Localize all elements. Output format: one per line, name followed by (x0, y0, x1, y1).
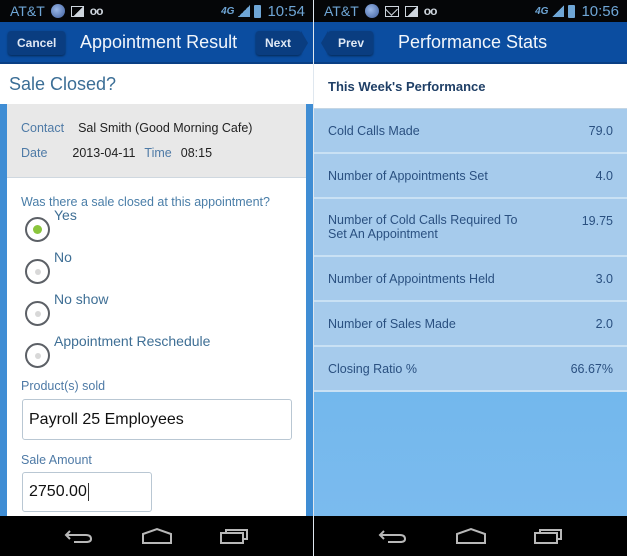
signal-icon (552, 5, 565, 17)
stat-value: 66.67% (570, 362, 613, 376)
radio-button[interactable] (25, 343, 50, 368)
appointment-info: Contact Sal Smith (Good Morning Cafe) Da… (7, 104, 306, 178)
contact-row: Contact Sal Smith (Good Morning Cafe) (21, 121, 306, 135)
stat-value: 2.0 (595, 317, 613, 331)
globe-icon (364, 4, 379, 18)
form-body: Sale Closed? Contact Sal Smith (Good Mor… (0, 64, 313, 516)
picture-icon (70, 5, 84, 17)
stat-label: Number of Sales Made (328, 317, 456, 331)
stat-value: 3.0 (595, 272, 613, 286)
sale-radio-group: Yes No No show Appointment Reschedule (7, 207, 306, 375)
picture-icon (404, 5, 418, 17)
navigation-bar (314, 516, 627, 556)
status-bar: AT&T oo 4G 10:54 (0, 0, 313, 22)
radio-label: No show (54, 291, 109, 307)
form-card: Contact Sal Smith (Good Morning Cafe) Da… (7, 104, 306, 516)
time-label: Time (144, 146, 172, 160)
radio-button-checked[interactable] (25, 217, 50, 242)
screen-title: Appointment Result (80, 31, 238, 52)
date-row: Date 2013-04-11 Time 08:15 (21, 146, 306, 160)
next-button[interactable]: Next (255, 31, 309, 55)
screenshot: AT&T oo 4G 10:54 Cancel Appointment Resu… (0, 0, 627, 556)
prev-button[interactable]: Prev (320, 31, 374, 55)
stat-row-appointments-set: Number of Appointments Set 4.0 (314, 154, 627, 199)
radio-label: Yes (54, 207, 77, 223)
action-bar: Cancel Appointment Result Next (0, 22, 313, 64)
clock: 10:54 (267, 2, 305, 20)
stat-row-cold-calls: Cold Calls Made 79.0 (314, 109, 627, 154)
section-title: This Week's Performance (314, 64, 627, 109)
action-bar: Prev Performance Stats (314, 22, 627, 64)
home-icon[interactable] (141, 527, 173, 545)
stat-row-closing-ratio: Closing Ratio % 66.67% (314, 347, 627, 392)
date-label: Date (21, 146, 48, 160)
recent-apps-icon[interactable] (219, 527, 249, 545)
stat-label: Number of Appointments Held (328, 272, 495, 286)
voicemail-icon: oo (423, 4, 438, 18)
recent-apps-icon[interactable] (533, 527, 563, 545)
signal-icon (238, 5, 251, 17)
mail-icon (384, 5, 399, 17)
date-value: 2013-04-11 (72, 146, 136, 160)
sale-amount-value: 2750.00 (29, 483, 87, 500)
radio-no-show[interactable]: No show (7, 291, 306, 333)
carrier-label: AT&T (324, 3, 359, 19)
stat-value: 4.0 (595, 169, 613, 183)
carrier-label: AT&T (10, 3, 45, 19)
products-label: Product(s) sold (21, 379, 106, 393)
contact-label: Contact (21, 121, 65, 135)
products-sold-value: Payroll 25 Employees (29, 410, 184, 428)
status-bar: AT&T oo 4G 10:56 (314, 0, 627, 22)
stat-value: 79.0 (588, 124, 613, 138)
globe-icon (50, 4, 65, 18)
stat-label: Cold Calls Made (328, 124, 420, 138)
clock: 10:56 (581, 2, 619, 20)
navigation-bar (0, 516, 313, 556)
stat-label: Number of Appointments Set (328, 169, 488, 183)
radio-button[interactable] (25, 259, 50, 284)
stat-label: Closing Ratio % (328, 362, 417, 376)
stat-row-appointments-held: Number of Appointments Held 3.0 (314, 257, 627, 302)
cancel-button[interactable]: Cancel (8, 31, 66, 55)
time-value: 08:15 (180, 146, 213, 160)
products-sold-input[interactable]: Payroll 25 Employees (22, 399, 292, 440)
stat-label: Number of Cold Calls Required To Set An … (328, 213, 518, 241)
screen-title: Performance Stats (398, 31, 548, 52)
battery-icon (568, 4, 576, 18)
radio-label: Appointment Reschedule (54, 333, 211, 349)
home-icon[interactable] (455, 527, 487, 545)
text-cursor (87, 483, 89, 501)
radio-appointment-reschedule[interactable]: Appointment Reschedule (7, 333, 306, 375)
stat-row-sales-made: Number of Sales Made 2.0 (314, 302, 627, 347)
sale-amount-input[interactable]: 2750.00 (22, 472, 152, 512)
sale-amount-label: Sale Amount (21, 453, 92, 467)
stat-row-calls-per-appointment: Number of Cold Calls Required To Set An … (314, 199, 627, 257)
radio-label: No (54, 249, 72, 265)
radio-button[interactable] (25, 301, 50, 326)
network-4g-icon: 4G (221, 5, 235, 17)
page-title: Sale Closed? (0, 64, 313, 104)
performance-stats-screen: AT&T oo 4G 10:56 Prev Performance Stats … (314, 0, 627, 556)
stats-body: This Week's Performance Cold Calls Made … (314, 64, 627, 516)
back-icon[interactable] (64, 527, 94, 545)
appointment-result-screen: AT&T oo 4G 10:54 Cancel Appointment Resu… (0, 0, 313, 556)
radio-no[interactable]: No (7, 249, 306, 291)
contact-value: Sal Smith (Good Morning Cafe) (78, 121, 253, 135)
network-4g-icon: 4G (535, 5, 549, 17)
stat-value: 19.75 (581, 214, 613, 228)
voicemail-icon: oo (89, 4, 104, 18)
battery-icon (254, 4, 262, 18)
back-icon[interactable] (378, 527, 408, 545)
radio-yes[interactable]: Yes (7, 207, 306, 249)
